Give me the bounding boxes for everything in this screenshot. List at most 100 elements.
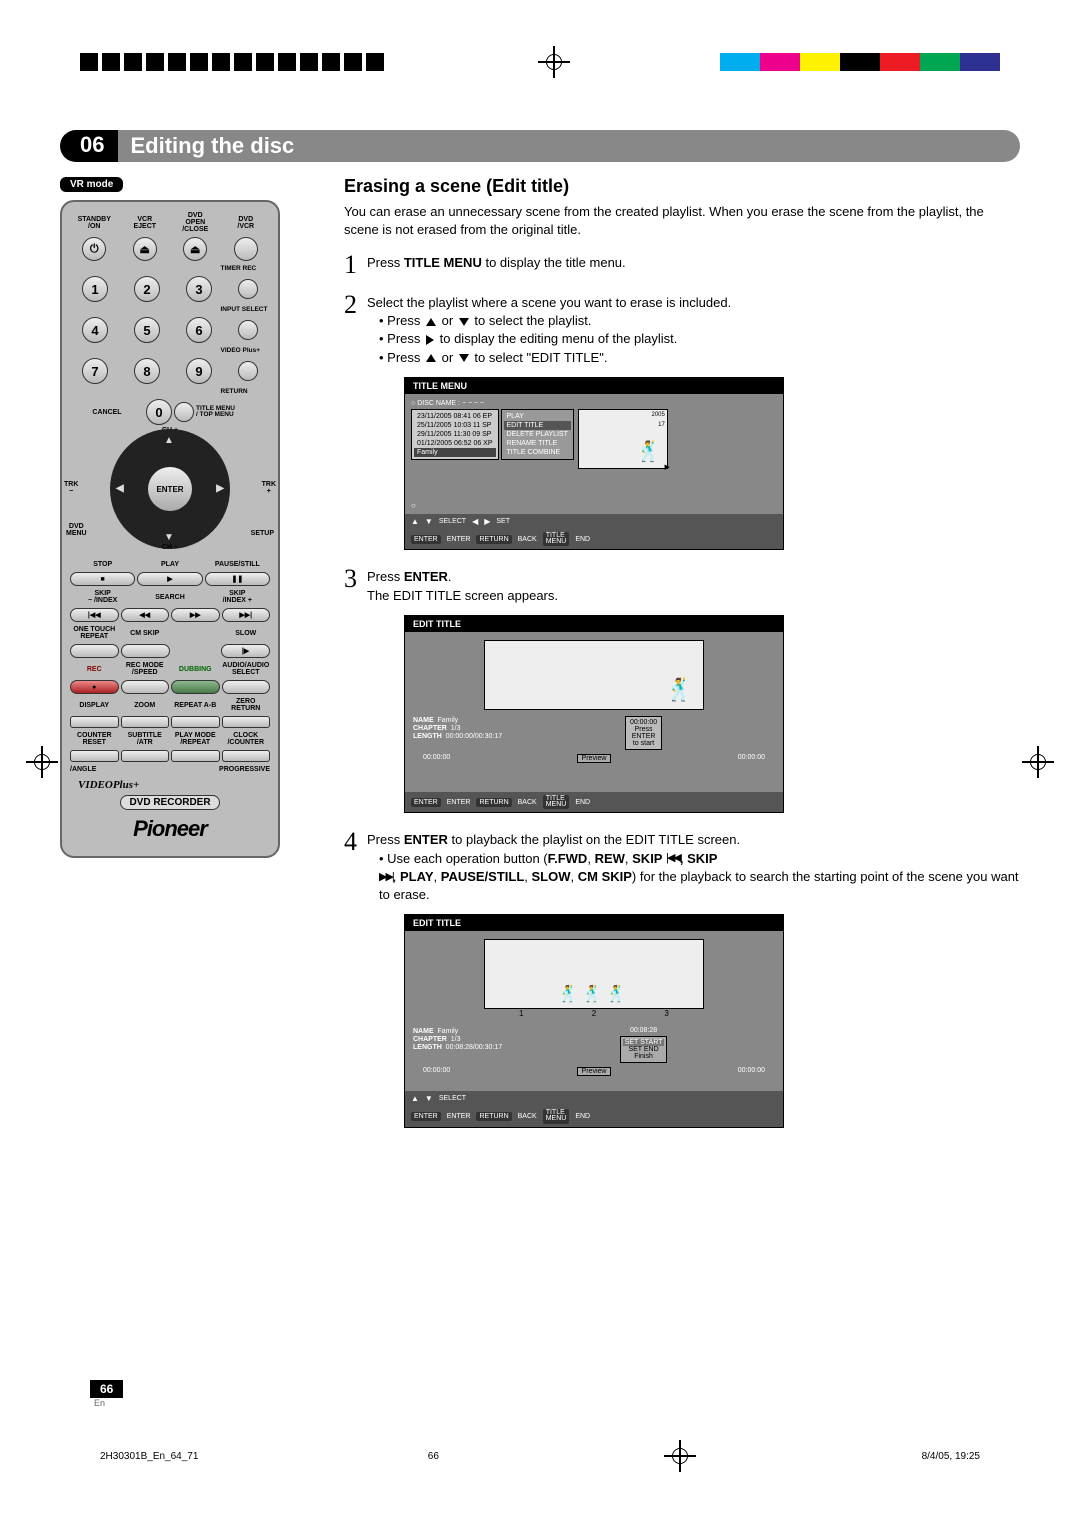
zero-return-button[interactable] bbox=[222, 716, 271, 728]
osd3-set-cluster: SET STARTSET ENDFinish bbox=[620, 1036, 668, 1063]
osd1-header: TITLE MENU bbox=[405, 378, 783, 394]
play-mode-button[interactable] bbox=[171, 750, 220, 762]
osd2-fb-tm: TITLE MENU bbox=[543, 795, 570, 810]
osd2-times: 00:00:00 Preview 00:00:00 bbox=[413, 754, 775, 763]
step3-line2: The EDIT TITLE screen appears. bbox=[367, 587, 1020, 605]
color-bar bbox=[720, 53, 1000, 71]
osd3-fl-back: BACK bbox=[518, 1113, 537, 1120]
repeat-ab-button[interactable] bbox=[171, 716, 220, 728]
search-label: SEARCH bbox=[137, 594, 202, 601]
step-3-num: 3 bbox=[344, 564, 357, 604]
rec-mode-button[interactable] bbox=[121, 680, 170, 694]
osd2-name: Family bbox=[438, 717, 459, 724]
s4-l1b: ENTER bbox=[404, 832, 448, 847]
sheet-number: 66 bbox=[428, 1451, 439, 1462]
angle-label: /ANGLE bbox=[70, 766, 118, 773]
remote-control: STANDBY /ONVCR EJECTDVD OPEN /CLOSEDVD /… bbox=[60, 200, 280, 858]
osd3-name: Family bbox=[438, 1028, 459, 1035]
return-label: RETURN bbox=[221, 388, 271, 395]
play-button[interactable]: ▶ bbox=[137, 572, 202, 586]
num-0-button[interactable]: 0 bbox=[146, 399, 172, 425]
osd3-hint-time: 00:08:28 bbox=[512, 1027, 775, 1034]
osd-title-menu: TITLE MENU ○ DISC NAME : − − − − 23/11/2… bbox=[404, 377, 784, 551]
skip-back-button[interactable]: |◀◀ bbox=[70, 608, 119, 622]
registration-mark-bottom-icon bbox=[668, 1444, 692, 1468]
num-3-button[interactable]: 3 bbox=[186, 276, 212, 302]
dubbing-button[interactable] bbox=[171, 680, 220, 694]
subtitle-button[interactable] bbox=[121, 750, 170, 762]
step-2: 2 Select the playlist where a scene you … bbox=[344, 290, 1020, 367]
osd-edit-title-2: EDIT TITLE 🕺🕺🕺 123 NAME Family CHAPTER 1… bbox=[404, 914, 784, 1128]
osd3-ch-label: CHAPTER bbox=[413, 1036, 447, 1043]
rec-button[interactable]: ● bbox=[70, 680, 119, 694]
s4-b2h: CM SKIP bbox=[578, 869, 632, 884]
timer-rec-button[interactable] bbox=[238, 279, 258, 299]
rew-button[interactable]: ◀◀ bbox=[121, 608, 170, 622]
num-4-button[interactable]: 4 bbox=[82, 317, 108, 343]
num-9-button[interactable]: 9 bbox=[186, 358, 212, 384]
cancel-label: CANCEL bbox=[70, 409, 144, 416]
counter-reset-button[interactable] bbox=[70, 750, 119, 762]
nav-left-button[interactable]: ◀ bbox=[116, 483, 124, 494]
pause-button[interactable]: ❚❚ bbox=[205, 572, 270, 586]
step2-b1c: to select the playlist. bbox=[471, 313, 592, 328]
osd3-len: 00:08:28/00:30:17 bbox=[446, 1044, 502, 1051]
osd1-discname-label: DISC NAME : bbox=[417, 400, 460, 407]
slow-label: SLOW bbox=[222, 630, 271, 637]
num-8-button[interactable]: 8 bbox=[134, 358, 160, 384]
dvd-open-close-button[interactable]: ⏏ bbox=[183, 237, 207, 261]
pioneer-logo: Pioneer bbox=[70, 816, 270, 842]
osd2-header: EDIT TITLE bbox=[405, 616, 783, 632]
s4-b2c: , bbox=[434, 869, 441, 884]
step3-bold: ENTER bbox=[404, 569, 448, 584]
rec-label: REC bbox=[70, 666, 119, 673]
step2-b1b: or bbox=[438, 313, 457, 328]
videoplus-button[interactable] bbox=[238, 361, 258, 381]
dvd-vcr-button[interactable] bbox=[234, 237, 258, 261]
osd1-playlist-list: 23/11/2005 08:41 06 EP25/11/2005 10:03 1… bbox=[411, 409, 499, 460]
enter-button[interactable]: ENTER bbox=[148, 467, 192, 511]
num-1-button[interactable]: 1 bbox=[82, 276, 108, 302]
step2-b2a: Press bbox=[387, 331, 424, 346]
s4-l1a: Press bbox=[367, 832, 404, 847]
stop-button[interactable]: ■ bbox=[70, 572, 135, 586]
num-7-button[interactable]: 7 bbox=[82, 358, 108, 384]
step-4-num: 4 bbox=[344, 827, 357, 904]
osd2-fb-return: RETURN bbox=[476, 798, 511, 807]
s4-b1b: F.FWD bbox=[548, 851, 588, 866]
zoom-button[interactable] bbox=[121, 716, 170, 728]
display-button[interactable] bbox=[70, 716, 119, 728]
cm-skip-button[interactable] bbox=[121, 644, 170, 658]
page-number-box: 66 En bbox=[90, 1380, 123, 1408]
s4-b2e: , bbox=[524, 869, 531, 884]
osd2-name-label: NAME bbox=[413, 717, 434, 724]
num-6-button[interactable]: 6 bbox=[186, 317, 212, 343]
ffwd-button[interactable]: ▶▶ bbox=[171, 608, 220, 622]
slow-button[interactable]: |▶ bbox=[221, 644, 270, 658]
osd2-ch: 1/3 bbox=[451, 725, 461, 732]
standby-button[interactable]: ⏻ bbox=[82, 237, 106, 261]
osd3-meta: NAME Family CHAPTER 1/3 LENGTH 00:08:28/… bbox=[413, 1027, 502, 1052]
audio-select-button[interactable] bbox=[222, 680, 271, 694]
vcr-eject-button[interactable]: ⏏ bbox=[133, 237, 157, 261]
osd1-thumb-year: 2005 bbox=[652, 412, 665, 418]
step-1-num: 1 bbox=[344, 250, 357, 280]
registration-mark-right-icon bbox=[1026, 750, 1050, 774]
clock-counter-button[interactable] bbox=[222, 750, 271, 762]
input-select-button[interactable] bbox=[238, 320, 258, 340]
num-2-button[interactable]: 2 bbox=[134, 276, 160, 302]
nav-ring: ▲ ▼ ◀ ▶ ENTER bbox=[110, 429, 230, 549]
nav-right-button[interactable]: ▶ bbox=[216, 483, 224, 494]
chapter-number: 06 bbox=[60, 130, 118, 162]
input-select-label: INPUT SELECT bbox=[221, 306, 271, 313]
one-touch-repeat-button[interactable] bbox=[70, 644, 119, 658]
stop-label: STOP bbox=[70, 561, 135, 568]
nav-down-button[interactable]: ▼ bbox=[164, 532, 174, 543]
title-menu-label: TITLE MENU / TOP MENU bbox=[196, 406, 270, 419]
return-button[interactable] bbox=[174, 402, 194, 422]
chapter-title: Editing the disc bbox=[118, 130, 1020, 162]
num-5-button[interactable]: 5 bbox=[134, 317, 160, 343]
nav-up-button[interactable]: ▲ bbox=[164, 435, 174, 446]
osd2-hint-l3: to start bbox=[630, 740, 657, 747]
skip-fwd-button[interactable]: ▶▶| bbox=[222, 608, 271, 622]
